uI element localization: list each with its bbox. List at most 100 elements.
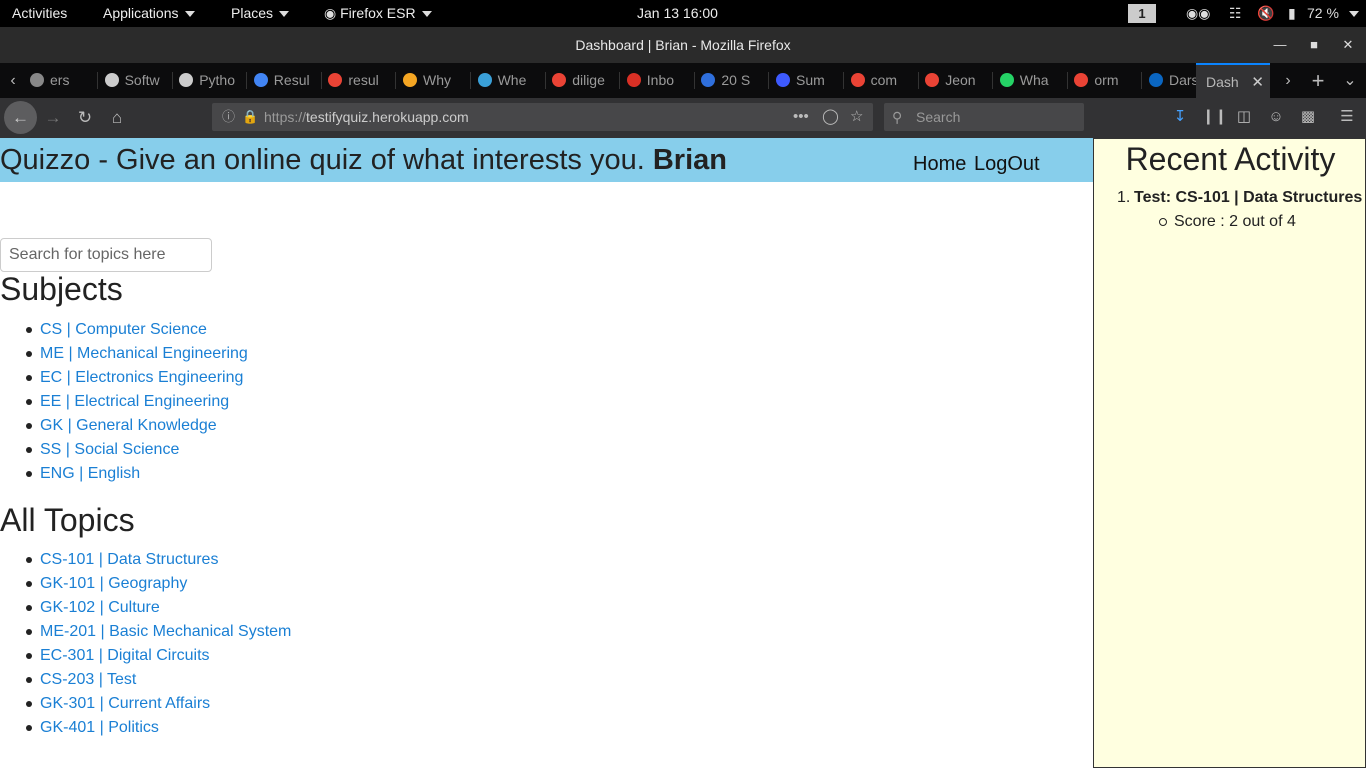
logout-link[interactable]: LogOut [974, 153, 1040, 176]
url-text[interactable]: https://testifyquiz.herokuapp.com [264, 103, 469, 131]
screenshot-icon[interactable]: ▩ [1298, 107, 1318, 127]
subject-link[interactable]: SS | Social Science [40, 441, 179, 458]
tab[interactable]: Whe [470, 63, 546, 98]
url-scheme: https:// [264, 109, 307, 125]
hamburger-menu-icon[interactable]: ☰ [1337, 107, 1357, 127]
pocket-icon[interactable]: ◯ [822, 103, 839, 131]
tab[interactable]: resul [320, 63, 397, 98]
tab[interactable]: com [843, 63, 919, 98]
forward-arrow-icon[interactable]: → [39, 104, 67, 132]
close-tab-icon[interactable]: ✕ [1251, 65, 1264, 98]
tab[interactable]: 20 S [693, 63, 770, 98]
minimize-button[interactable]: — [1271, 36, 1289, 54]
topics-list: CS-101 | Data Structures GK-101 | Geograp… [25, 548, 291, 740]
list-all-tabs-icon[interactable]: ⌄ [1338, 63, 1362, 98]
favicon-icon [253, 73, 268, 87]
favicon-icon [179, 73, 194, 87]
scroll-tabs-right-icon[interactable]: › [1276, 63, 1300, 98]
topic-link[interactable]: CS-101 | Data Structures [40, 551, 218, 568]
topic-link[interactable]: GK-301 | Current Affairs [40, 695, 210, 712]
search-bar[interactable]: ⚲ Search [884, 103, 1084, 131]
tab-label: com [870, 72, 898, 88]
topic-link[interactable]: GK-102 | Culture [40, 599, 160, 616]
bookmark-star-icon[interactable]: ☆ [850, 103, 863, 131]
back-arrow-icon[interactable]: ← [4, 101, 37, 134]
app-menu[interactable]: ◉ Firefox ESR [324, 0, 432, 27]
system-top-bar: Activities Applications Places ◉ Firefox… [0, 0, 1366, 27]
battery-percent: 72 % [1307, 5, 1339, 21]
tab-active[interactable]: Dash ✕ [1196, 63, 1270, 98]
subject-link[interactable]: ME | Mechanical Engineering [40, 345, 248, 362]
library-icon[interactable]: ❙❙ [1202, 107, 1227, 127]
applications-menu[interactable]: Applications [103, 0, 195, 27]
topic-link[interactable]: EC-301 | Digital Circuits [40, 647, 210, 664]
maximize-button[interactable]: ■ [1305, 36, 1323, 54]
topic-link[interactable]: ME-201 | Basic Mechanical System [40, 623, 291, 640]
topic-link[interactable]: GK-401 | Politics [40, 719, 159, 736]
sidebar-icon[interactable]: ◫ [1234, 107, 1254, 127]
tab[interactable]: dilige [544, 63, 621, 98]
favicon-icon [626, 73, 641, 87]
navigation-toolbar: ← → ↻ ⌂ ⓘ 🔒 https://testifyquiz.herokuap… [0, 98, 1366, 138]
chevron-down-icon [279, 11, 290, 18]
list-item: EC-301 | Digital Circuits [25, 644, 291, 668]
activities-button[interactable]: Activities [12, 0, 67, 27]
topic-link[interactable]: GK-101 | Geography [40, 575, 187, 592]
window-title: Dashboard | Brian - Mozilla Firefox [575, 37, 791, 53]
topic-search-input[interactable] [0, 238, 212, 272]
tab[interactable]: Why [395, 63, 471, 98]
volume-muted-icon[interactable]: 🔇 [1257, 6, 1274, 21]
battery-icon[interactable]: ▮ [1288, 6, 1296, 21]
tab-label: Dash [1206, 74, 1239, 90]
reload-icon[interactable]: ↻ [71, 104, 99, 132]
tab[interactable]: Jeon [917, 63, 994, 98]
chevron-down-icon [1349, 11, 1359, 18]
favicon-icon [477, 73, 492, 87]
download-icon[interactable]: ↧ [1170, 107, 1190, 127]
network-icon[interactable]: ☷ [1229, 6, 1242, 21]
places-menu[interactable]: Places [231, 0, 290, 27]
tab-label: resul [348, 72, 379, 88]
home-link[interactable]: Home [913, 153, 966, 176]
home-icon[interactable]: ⌂ [103, 104, 131, 132]
subject-link[interactable]: ENG | English [40, 465, 140, 482]
lock-icon[interactable]: 🔒 [242, 103, 258, 131]
brand-tagline: Quizzo - Give an online quiz of what int… [0, 144, 645, 176]
subject-link[interactable]: CS | Computer Science [40, 321, 207, 338]
list-item: GK-301 | Current Affairs [25, 692, 291, 716]
subject-link[interactable]: GK | General Knowledge [40, 417, 217, 434]
tab[interactable]: Wha [992, 63, 1068, 98]
favicon-icon [552, 73, 567, 87]
new-tab-icon[interactable]: + [1306, 63, 1330, 98]
firefox-icon: ◉ [324, 5, 337, 21]
subject-link[interactable]: EC | Electronics Engineering [40, 369, 243, 386]
applications-label: Applications [103, 5, 179, 21]
tab[interactable]: Sum [768, 63, 844, 98]
favicon-icon [1074, 73, 1089, 87]
all-topics-heading: All Topics [0, 502, 135, 538]
list-item: ME-201 | Basic Mechanical System [25, 620, 291, 644]
info-icon[interactable]: ⓘ [222, 103, 235, 131]
url-bar[interactable]: ⓘ 🔒 https://testifyquiz.herokuapp.com ••… [212, 103, 873, 131]
tab[interactable]: Softw [97, 63, 173, 98]
favicon-icon [30, 73, 44, 87]
account-icon[interactable]: ☺ [1266, 107, 1286, 127]
topic-link[interactable]: CS-203 | Test [40, 671, 136, 688]
favicon-icon [328, 73, 343, 87]
tab[interactable]: Pytho [171, 63, 248, 98]
tab-label: Whe [497, 72, 527, 88]
video-icon[interactable]: ◉◉ [1186, 6, 1210, 21]
tab[interactable]: ers [22, 63, 98, 98]
clock[interactable]: Jan 13 16:00 [637, 0, 718, 27]
list-item: GK-101 | Geography [25, 572, 291, 596]
subject-link[interactable]: EE | Electrical Engineering [40, 393, 229, 410]
system-menu-arrow[interactable] [1349, 0, 1359, 27]
page-actions-icon[interactable]: ••• [793, 103, 809, 131]
tab-label: Softw [124, 72, 160, 88]
tab[interactable]: Inbo [619, 63, 695, 98]
tab[interactable]: Resul [246, 63, 322, 98]
tab-label: Dars [1169, 72, 1199, 88]
tab[interactable]: orm [1066, 63, 1143, 98]
workspace-indicator[interactable]: 1 [1128, 4, 1156, 23]
close-window-button[interactable]: ✕ [1339, 36, 1357, 54]
